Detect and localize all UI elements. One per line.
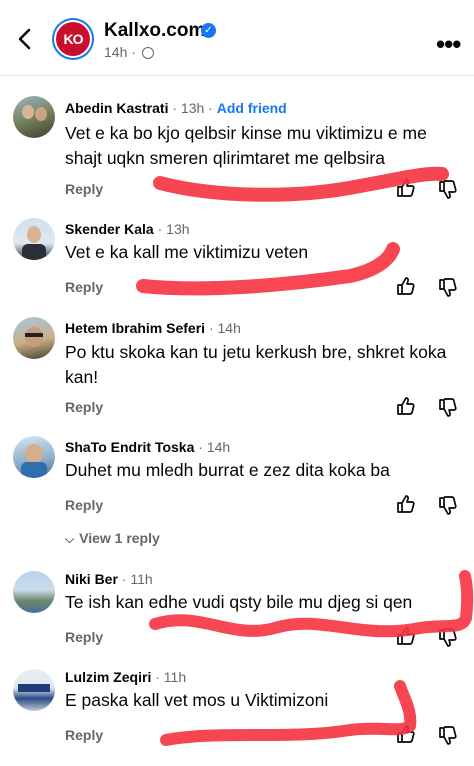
reply-button[interactable]: Reply — [65, 399, 103, 415]
dislike-icon[interactable] — [437, 495, 459, 517]
post-time: 14h — [104, 44, 128, 60]
reply-button[interactable]: Reply — [65, 727, 103, 743]
comment-author[interactable]: Hetem Ibrahim Seferi — [65, 320, 205, 336]
dislike-icon[interactable] — [437, 725, 459, 747]
dislike-icon[interactable] — [437, 397, 459, 419]
more-options-icon[interactable]: ••• — [436, 29, 461, 60]
add-friend-button[interactable]: Add friend — [217, 100, 287, 116]
view-replies-label: View 1 reply — [79, 530, 160, 546]
comment-author[interactable]: Niki Ber — [65, 571, 118, 587]
like-icon[interactable] — [395, 177, 417, 199]
dislike-icon[interactable] — [437, 627, 459, 649]
comment-time: 14h — [217, 320, 241, 336]
comment-text: Vet e ka kall me viktimizu veten — [65, 242, 309, 262]
comment-time: 11h — [130, 571, 153, 587]
reply-button[interactable]: Reply — [65, 497, 103, 513]
comment-header: Abedin Kastrati · 13h · Add friend — [65, 100, 287, 116]
page-avatar[interactable]: KO — [52, 18, 94, 60]
comment-header: Niki Ber · 11h — [65, 571, 153, 587]
avatar[interactable] — [13, 436, 55, 478]
comment-header: ShaTo Endrit Toska · 14h — [65, 439, 231, 455]
chevron-down-icon: ⌵ — [65, 532, 75, 546]
like-icon[interactable] — [395, 275, 417, 297]
avatar[interactable] — [13, 669, 55, 711]
dislike-icon[interactable] — [437, 277, 459, 299]
comment-text: Vet e ka bo kjo qelbsir kinse mu viktimi… — [65, 123, 427, 168]
comment-author[interactable]: Skender Kala — [65, 221, 154, 237]
like-icon[interactable] — [395, 723, 417, 745]
avatar[interactable] — [13, 571, 55, 613]
like-icon[interactable] — [395, 493, 417, 515]
comment-time: 13h — [180, 100, 205, 116]
avatar[interactable] — [13, 218, 55, 260]
comment-time: 13h — [166, 221, 190, 237]
post-meta: 14h · — [104, 44, 154, 60]
comment-header: Skender Kala · 13h — [65, 221, 190, 237]
verified-badge-icon: ✓ — [201, 23, 216, 38]
globe-icon — [141, 47, 154, 59]
comment-author[interactable]: Lulzim Zeqiri — [65, 669, 151, 685]
reply-button[interactable]: Reply — [65, 279, 103, 295]
comment-text: Te ish kan edhe vudi qsty bile mu djeg s… — [65, 592, 413, 612]
page-logo-text: KO — [56, 22, 90, 56]
comment-time: 11h — [163, 669, 187, 685]
comment-text: E paska kall vet mos u Viktimizoni — [65, 690, 329, 710]
comment-author[interactable]: Abedin Kastrati — [65, 100, 168, 116]
dislike-icon[interactable] — [437, 179, 459, 201]
back-arrow-icon[interactable] — [14, 24, 36, 54]
comment-header: Hetem Ibrahim Seferi · 14h — [65, 320, 241, 336]
post-header: KO Kallxo.com ✓ 14h · ••• — [0, 0, 474, 76]
comment-header: Lulzim Zeqiri · 11h — [65, 669, 187, 685]
like-icon[interactable] — [395, 625, 417, 647]
comment-author[interactable]: ShaTo Endrit Toska — [65, 439, 194, 455]
page-name[interactable]: Kallxo.com — [104, 20, 205, 42]
comment-time: 14h — [206, 439, 231, 455]
avatar[interactable] — [13, 317, 55, 359]
comment-text: Duhet mu mledh burrat e zez dita koka ba — [65, 460, 390, 480]
reply-button[interactable]: Reply — [65, 629, 103, 645]
like-icon[interactable] — [395, 395, 417, 417]
reply-button[interactable]: Reply — [65, 181, 103, 197]
avatar[interactable] — [13, 96, 55, 138]
comment-text: Po ktu skoka kan tu jetu kerkush bre, sh… — [65, 342, 447, 387]
view-replies-button[interactable]: ⌵ View 1 reply — [65, 530, 160, 547]
